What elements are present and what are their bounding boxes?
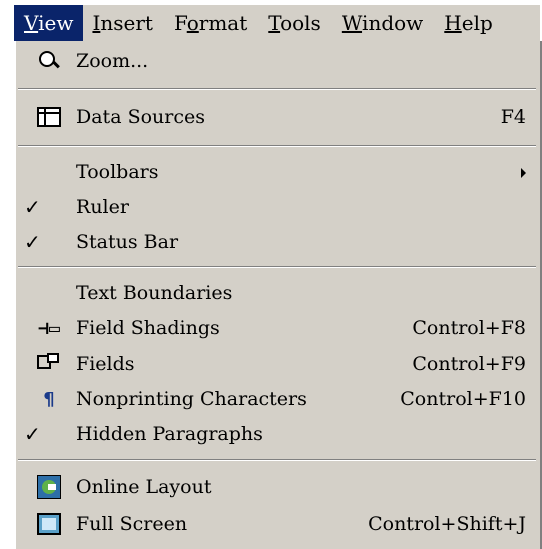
menu-item-label: Online Layout <box>76 476 212 498</box>
menu-item-label: Field Shadings <box>76 317 220 339</box>
menu-item-zoom[interactable]: Zoom... <box>14 44 540 78</box>
pilcrow-icon: ¶ <box>43 388 55 410</box>
menu-bar: View Insert Format Tools Window Help <box>14 5 540 41</box>
menu-item-label: Full Screen <box>76 513 188 535</box>
menu-item-ruler[interactable]: ✓ Ruler <box>14 190 540 224</box>
checkmark-icon: ✓ <box>24 195 41 219</box>
menu-item-label: Toolbars <box>76 161 159 183</box>
menu-insert[interactable]: Insert <box>83 5 164 41</box>
shortcut-label: Control+F8 <box>412 317 526 339</box>
menu-item-label: Status Bar <box>76 231 179 253</box>
menu-help[interactable]: Help <box>435 5 505 41</box>
magnifier-icon <box>36 48 62 74</box>
menu-item-label: Zoom... <box>76 50 149 72</box>
menu-item-hidden-paragraphs[interactable]: ✓ Hidden Paragraphs <box>14 417 540 451</box>
menu-item-status-bar[interactable]: ✓ Status Bar <box>14 225 540 259</box>
view-menu-dropdown: Zoom... Data Sources F4 Toolbars ✓ Ruler… <box>14 41 542 549</box>
shortcut-label: Control+F9 <box>412 353 526 375</box>
shortcut-label: F4 <box>500 106 526 128</box>
shortcut-label: Control+F10 <box>400 388 526 410</box>
menu-item-label: Ruler <box>76 196 129 218</box>
menu-format[interactable]: Format <box>165 5 259 41</box>
menu-item-nonprinting-characters[interactable]: ¶ Nonprinting Characters Control+F10 <box>14 382 540 416</box>
checkmark-icon: ✓ <box>24 230 41 254</box>
menu-item-text-boundaries[interactable]: Text Boundaries <box>14 276 540 310</box>
fields-icon <box>36 351 62 377</box>
menu-item-label: Hidden Paragraphs <box>76 423 263 445</box>
table-icon <box>36 104 62 130</box>
checkmark-icon: ✓ <box>24 422 41 446</box>
menu-item-label: Fields <box>76 353 135 375</box>
menu-separator <box>18 145 536 147</box>
menu-item-label: Data Sources <box>76 106 205 128</box>
menu-separator <box>18 459 536 461</box>
menu-item-data-sources[interactable]: Data Sources F4 <box>14 100 540 134</box>
menu-item-toolbars[interactable]: Toolbars <box>14 155 540 189</box>
menu-window[interactable]: Window <box>333 5 435 41</box>
submenu-arrow-icon <box>521 168 526 178</box>
menu-item-label: Nonprinting Characters <box>76 388 307 410</box>
online-layout-icon <box>36 474 62 500</box>
menu-separator <box>18 266 536 268</box>
menu-view[interactable]: View <box>14 5 84 41</box>
menu-item-field-shadings[interactable]: ⊣▭ Field Shadings Control+F8 <box>14 311 540 345</box>
menu-item-online-layout[interactable]: Online Layout <box>14 470 540 504</box>
full-screen-icon <box>36 511 62 537</box>
field-shading-icon: ⊣▭ <box>38 317 60 339</box>
menu-tools[interactable]: Tools <box>259 5 333 41</box>
menu-item-full-screen[interactable]: Full Screen Control+Shift+J <box>14 507 540 541</box>
menu-item-label: Text Boundaries <box>76 282 233 304</box>
shortcut-label: Control+Shift+J <box>368 513 526 535</box>
menu-separator <box>18 88 536 90</box>
menu-item-fields[interactable]: Fields Control+F9 <box>14 347 540 381</box>
